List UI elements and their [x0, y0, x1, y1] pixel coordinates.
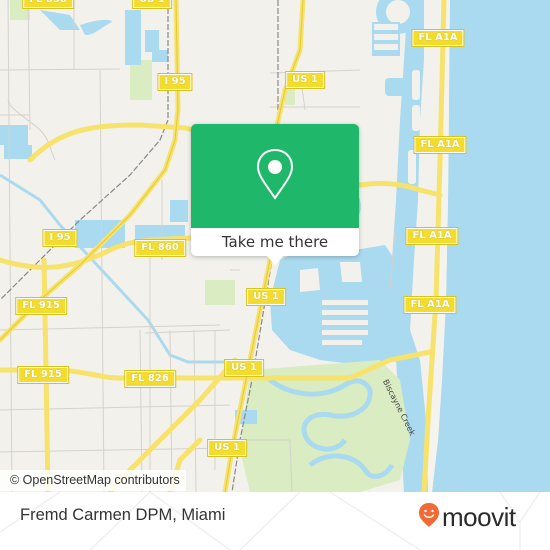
location-popup: Take me there [191, 124, 359, 265]
popup-pointer [266, 255, 284, 265]
take-me-there-button[interactable]: Take me there [191, 228, 359, 256]
road-shield-fl-a1a-4: FL A1A [403, 296, 457, 314]
moovit-smile-pin-icon [418, 502, 440, 532]
road-shield-fl-915-south: FL 915 [17, 366, 69, 384]
road-shield-i-95-mid: I 95 [42, 229, 78, 247]
road-shield-us-1-bottom: US 1 [207, 439, 247, 457]
map-view[interactable]: FL 838 US 1 I 95 US 1 FL A1A FL A1A I 95… [0, 0, 550, 492]
footer: Fremd Carmen DPM, Miami moovit [0, 492, 550, 550]
moovit-wordmark: moovit [442, 502, 516, 532]
road-shield-fl-838: FL 838 [22, 0, 74, 9]
road-shield-fl-826: FL 826 [124, 370, 176, 388]
road-shield-fl-860: FL 860 [134, 239, 186, 257]
road-shield-fl-915-north: FL 915 [15, 297, 67, 315]
road-shield-i-95-top: I 95 [157, 73, 193, 91]
popup-header [191, 124, 359, 228]
moovit-logo[interactable]: moovit [418, 502, 516, 532]
road-shield-fl-a1a-3: FL A1A [405, 227, 459, 245]
location-pin-icon [255, 148, 295, 204]
road-shield-us-1-mid: US 1 [246, 288, 286, 306]
road-shield-us-1-north: US 1 [285, 71, 325, 89]
map-attribution[interactable]: © OpenStreetMap contributors [0, 470, 186, 491]
place-name: Fremd Carmen DPM, Miami [20, 506, 226, 524]
road-shield-fl-a1a-2: FL A1A [413, 136, 467, 154]
road-shield-us-1-top: US 1 [132, 0, 172, 9]
road-shield-us-1-south: US 1 [224, 359, 264, 377]
road-shield-fl-a1a-1: FL A1A [411, 29, 465, 47]
